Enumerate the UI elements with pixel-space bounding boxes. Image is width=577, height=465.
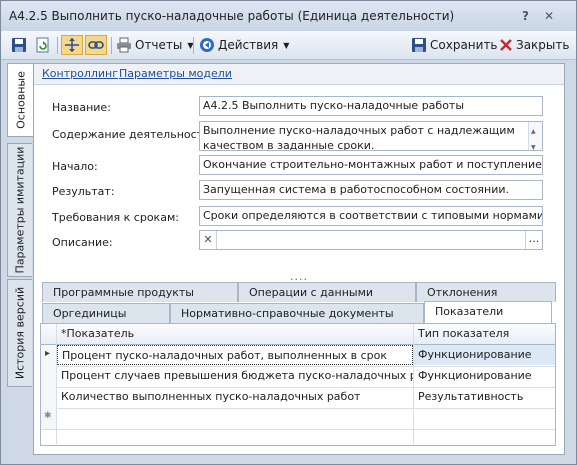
table-row[interactable]: Процент случаев превышения бюджета пуско… xyxy=(41,366,555,388)
reports-label: Отчеты xyxy=(135,38,183,52)
start-label: Начало: xyxy=(52,160,98,173)
column-header-type[interactable]: Тип показателя xyxy=(414,324,554,344)
side-tab-simulation-params[interactable]: Параметры имитации xyxy=(7,143,32,277)
tab-software[interactable]: Программные продукты xyxy=(42,282,238,302)
layout-toggle-button[interactable] xyxy=(61,35,83,55)
refresh-icon-button[interactable] xyxy=(35,35,51,55)
side-tab-main[interactable]: Основные xyxy=(7,63,34,137)
scroll-down-icon[interactable]: ▼ xyxy=(531,140,536,150)
save-icon-button[interactable] xyxy=(11,35,27,55)
table-row[interactable]: Количество выполненных пуско-наладочных … xyxy=(41,387,555,409)
chevron-down-icon: ▼ xyxy=(283,40,290,50)
row-indicator: ✱ xyxy=(41,408,57,429)
close-icon xyxy=(500,39,512,51)
main-panel: Контроллинг Параметры модели Название: А… xyxy=(33,63,565,455)
save-label: Сохранить xyxy=(430,38,498,52)
move-arrows-icon xyxy=(65,38,79,52)
floppy-icon xyxy=(12,38,26,52)
window-title: А4.2.5 Выполнить пуско-наладочные работы… xyxy=(9,9,455,23)
cell-indicator-type[interactable]: Результативность xyxy=(414,387,555,407)
side-tab-label: История версий xyxy=(13,286,27,380)
link-bar: Контроллинг Параметры модели xyxy=(34,64,564,85)
toolbar-separator xyxy=(193,37,194,54)
side-tab-label: Основные xyxy=(14,71,28,129)
close-button[interactable]: Закрыть xyxy=(499,35,569,55)
result-label: Результат: xyxy=(52,185,115,198)
window-close-button[interactable]: ✕ xyxy=(544,9,554,23)
current-row-icon: ▸ xyxy=(45,348,51,359)
side-tabs: Основные Параметры имитации История верс… xyxy=(7,63,34,463)
content-label: Содержание деятельности: xyxy=(52,128,214,141)
tab-org-units[interactable]: Оргединицы xyxy=(42,303,170,323)
side-tab-label: Параметры имитации xyxy=(13,146,27,274)
close-label: Закрыть xyxy=(516,38,570,52)
column-header-indicator[interactable]: *Показатель xyxy=(57,324,413,344)
chain-link-icon xyxy=(88,41,104,49)
content-field[interactable]: Выполнение пуско-наладочных работ с надл… xyxy=(199,121,543,151)
link-toggle-button[interactable] xyxy=(85,35,107,55)
printer-icon xyxy=(117,37,131,53)
controlling-link[interactable]: Контроллинг xyxy=(42,67,118,80)
floppy-icon xyxy=(412,38,426,52)
row-indicator xyxy=(41,387,57,408)
cell-indicator-type[interactable]: Функционирование xyxy=(414,366,555,386)
window: А4.2.5 Выполнить пуско-наладочные работы… xyxy=(0,0,577,465)
name-label: Название: xyxy=(52,101,111,114)
content-scrollbar[interactable]: ▲ ▼ xyxy=(528,122,542,150)
globe-arrow-icon xyxy=(200,38,214,52)
cell-indicator-type[interactable]: Функционирование xyxy=(414,345,555,365)
help-button[interactable]: ? xyxy=(522,9,529,23)
tab-indicators[interactable]: Показатели xyxy=(424,301,552,323)
cell-indicator-name[interactable]: Процент случаев превышения бюджета пуско… xyxy=(57,366,413,386)
cell-indicator-name[interactable]: Процент пуско-наладочных работ, выполнен… xyxy=(57,345,413,365)
deadline-field[interactable]: Сроки определяются в соответствии с типо… xyxy=(199,206,543,226)
indicators-grid: *Показатель Тип показателя ▸ Процент пус… xyxy=(40,323,556,446)
reports-menu-button[interactable]: Отчеты ▼ xyxy=(116,35,194,55)
description-field[interactable]: ✕ ... xyxy=(199,230,543,250)
detail-tabs: Программные продукты Операции с данными … xyxy=(42,282,556,326)
result-field[interactable]: Запущенная система в работоспособном сос… xyxy=(199,180,543,200)
start-field[interactable]: Окончание строительно-монтажных работ и … xyxy=(199,155,543,175)
actions-label: Действия xyxy=(218,38,279,52)
refresh-document-icon xyxy=(36,37,49,53)
save-button[interactable]: Сохранить xyxy=(411,35,498,55)
name-field[interactable]: А4.2.5 Выполнить пуско-наладочные работы xyxy=(199,96,543,116)
new-row[interactable]: ✱ xyxy=(41,408,555,430)
side-tab-version-history[interactable]: История версий xyxy=(7,279,32,387)
description-label: Описание: xyxy=(52,236,113,249)
toolbar-separator xyxy=(57,37,58,54)
content-text: Выполнение пуско-наладочных работ с надл… xyxy=(203,124,515,151)
model-params-link[interactable]: Параметры модели xyxy=(119,67,232,80)
browse-button[interactable]: ... xyxy=(525,231,542,249)
grid-header: *Показатель Тип показателя xyxy=(41,324,555,345)
tab-reference-docs[interactable]: Нормативно-справочные документы xyxy=(170,303,424,323)
row-indicator xyxy=(41,366,57,387)
toolbar-separator xyxy=(111,37,112,54)
table-row[interactable]: ▸ Процент пуско-наладочных работ, выполн… xyxy=(41,345,555,367)
scroll-up-icon[interactable]: ▲ xyxy=(531,124,536,139)
title-bar: А4.2.5 Выполнить пуско-наладочные работы… xyxy=(1,1,576,31)
clear-icon[interactable]: ✕ xyxy=(200,231,217,249)
tab-deviations[interactable]: Отклонения xyxy=(416,282,556,302)
toolbar: Отчеты ▼ Действия ▼ Сохранить Закрыть xyxy=(1,31,576,60)
cell-indicator-name[interactable]: Количество выполненных пуско-наладочных … xyxy=(57,387,413,407)
deadline-label: Требования к срокам: xyxy=(52,211,179,224)
tab-data-operations[interactable]: Операции с данными xyxy=(238,282,416,302)
actions-menu-button[interactable]: Действия ▼ xyxy=(199,35,289,55)
row-indicator: ▸ xyxy=(41,345,57,366)
new-row-icon: ✱ xyxy=(44,411,52,421)
